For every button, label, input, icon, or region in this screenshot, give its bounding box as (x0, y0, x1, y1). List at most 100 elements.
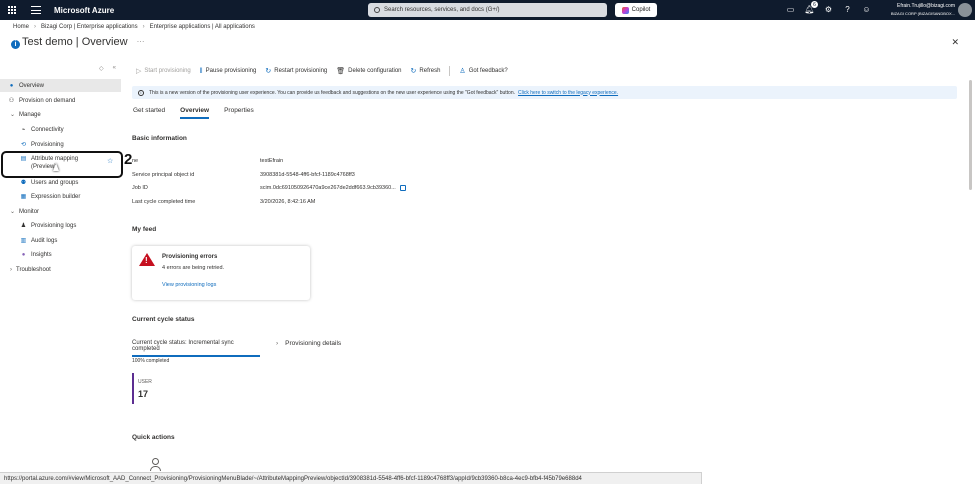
copilot-button[interactable]: Copilot (615, 3, 657, 17)
button-label: Got feedback? (468, 68, 508, 74)
app-launcher-icon[interactable] (8, 6, 16, 14)
collapse-sidebar-icon[interactable]: « (113, 65, 116, 72)
sidebar-item-audit-logs[interactable]: ▥ Audit logs (0, 234, 121, 247)
info-value: 3908381d-5548-4ff6-bfcf-1189c4768ff3 (260, 172, 355, 178)
info-key: Service principal object id (132, 172, 195, 178)
provisioning-details-label: Provisioning details (285, 340, 342, 347)
sidebar-item-expression-builder[interactable]: ▦ Expression builder (0, 190, 121, 203)
sidebar-group-label: Monitor (19, 208, 40, 215)
tab-get-started[interactable]: Get started (133, 107, 165, 119)
breadcrumb-all-apps[interactable]: Enterprise applications | All applicatio… (150, 24, 255, 30)
breadcrumb-home[interactable]: Home (13, 24, 29, 30)
search-placeholder: Search resources, services, and docs (G+… (384, 7, 500, 13)
avatar[interactable] (958, 3, 972, 17)
close-icon[interactable]: ✕ (951, 37, 959, 48)
toolbar-divider (449, 66, 451, 76)
refresh-button[interactable]: ↻ Refresh (411, 67, 441, 75)
feedback-icon[interactable]: ☺ (860, 3, 873, 16)
chevron-down-icon: ⌄ (10, 112, 16, 118)
refresh-icon: ↻ (410, 68, 417, 75)
copy-icon[interactable] (399, 185, 406, 191)
account-info[interactable]: Efrain.Trujillo@bizagi.com BIZAGI CORP (… (891, 3, 955, 17)
sidebar-group-troubleshoot[interactable]: › Troubleshoot (0, 263, 121, 276)
sidebar-item-overview[interactable]: ● Overview (0, 79, 121, 92)
sidebar-item-label: Overview (19, 82, 45, 89)
account-email: Efrain.Trujillo@bizagi.com (897, 3, 955, 9)
restart-provisioning-button[interactable]: ↻ Restart provisioning (265, 67, 327, 75)
provisioning-details-toggle[interactable]: › Provisioning details (276, 340, 341, 347)
scrollbar[interactable] (969, 80, 972, 190)
sidebar-item-label: Audit logs (31, 237, 58, 244)
search-icon (374, 7, 380, 13)
cloud-shell-icon[interactable]: ▭ (784, 3, 797, 16)
sidebar-item-label: Expression builder (31, 193, 81, 200)
chevron-down-icon: ⌄ (10, 209, 16, 215)
notification-badge: 6 (811, 1, 818, 8)
tab-properties[interactable]: Properties (224, 107, 254, 119)
provisioning-errors-card: Provisioning errors 4 errors are being r… (132, 246, 310, 300)
trash-icon: 🗑︎ (336, 68, 346, 75)
pause-icon: ‖ (199, 67, 203, 75)
start-provisioning-button[interactable]: ▷ Start provisioning (136, 67, 191, 75)
person-log-icon: ♟ (20, 223, 27, 229)
feedback-button[interactable]: ♙ Got feedback? (459, 67, 507, 75)
sidebar-item-provisioning-logs[interactable]: ♟ Provisioning logs (0, 219, 121, 232)
hamburger-menu-icon[interactable] (31, 6, 41, 14)
more-options-icon[interactable]: ··· (137, 37, 145, 46)
info-icon: ● (9, 82, 14, 89)
sidebar-item-label: Provisioning (31, 141, 64, 148)
tab-overview[interactable]: Overview (180, 107, 210, 119)
info-value: scim.0dc691050926470a9ce267de2ddf663.9cb… (260, 185, 396, 191)
legacy-experience-link[interactable]: Click here to switch to the legacy exper… (518, 90, 618, 96)
sidebar-item-provisioning[interactable]: ⟲ Provisioning (0, 138, 121, 151)
connectivity-icon: ⌁ (21, 127, 26, 133)
sidebar-item-insights[interactable]: ● Insights (0, 248, 121, 261)
pause-provisioning-button[interactable]: ‖ Pause provisioning (200, 68, 257, 75)
breadcrumb: Home › Bizagi Corp | Enterprise applicat… (13, 24, 255, 30)
sidebar-item-label: Provision on demand (19, 97, 76, 104)
info-key: Last cycle completed time (132, 199, 196, 205)
search-input[interactable]: Search resources, services, and docs (G+… (368, 3, 607, 17)
current-cycle-heading: Current cycle status (132, 316, 195, 323)
user-icon[interactable] (150, 458, 161, 472)
expand-icon[interactable]: ◇ (99, 65, 104, 72)
top-bar: Microsoft Azure Search resources, servic… (0, 0, 975, 20)
button-label: Pause provisioning (205, 68, 257, 74)
info-key: ne (132, 158, 139, 164)
provisioning-icon: ⟲ (20, 142, 27, 148)
help-icon[interactable]: ? (841, 3, 854, 16)
page-header: i Test demo | Overview ··· (11, 34, 145, 49)
button-label: Delete configuration (348, 68, 402, 74)
button-label: Restart provisioning (274, 68, 328, 74)
brand-title[interactable]: Microsoft Azure (54, 6, 114, 15)
users-icon: ⚉ (20, 180, 27, 186)
play-icon: ▷ (136, 68, 142, 75)
sidebar-group-monitor[interactable]: ⌄ Monitor (0, 205, 121, 218)
sidebar-group-manage[interactable]: ⌄ Manage (0, 108, 121, 121)
view-provisioning-logs-link[interactable]: View provisioning logs (162, 282, 216, 288)
settings-gear-icon[interactable]: ⚙ (822, 3, 835, 16)
stat-value: 17 (138, 389, 149, 399)
feedback-person-icon: ♙ (459, 68, 466, 75)
info-row: Service principal object id 3908381d-554… (132, 172, 462, 178)
sidebar-item-connectivity[interactable]: ⌁ Connectivity (0, 123, 121, 136)
notifications-icon[interactable]: 🔔︎ 6 (803, 1, 818, 16)
mouse-cursor-icon (53, 163, 59, 171)
info-row: ne testEfrain (132, 158, 462, 164)
completion-percent: 100% completed (132, 358, 170, 364)
sidebar-item-label: Connectivity (31, 126, 64, 133)
info-row: Job ID scim.0dc691050926470a9ce267de2ddf… (132, 185, 462, 191)
restart-icon: ↻ (265, 68, 272, 75)
page-title: Test demo | Overview (22, 35, 128, 48)
sidebar-item-label: Provisioning logs (31, 222, 77, 229)
user-stat: USER 17 (132, 373, 152, 404)
delete-configuration-button[interactable]: 🗑︎ Delete configuration (336, 67, 401, 75)
info-row: Last cycle completed time 3/20/2026, 8:4… (132, 199, 462, 205)
breadcrumb-enterprise-apps[interactable]: Bizagi Corp | Enterprise applications (41, 24, 138, 30)
browser-status-url: https://portal.azure.com/#view/Microsoft… (0, 472, 702, 484)
sidebar-item-provision-on-demand[interactable]: ⚇ Provision on demand (0, 94, 121, 107)
command-bar: ▷ Start provisioning ‖ Pause provisioning … (136, 66, 517, 76)
stat-label: USER (138, 379, 152, 385)
quick-actions-heading: Quick actions (132, 434, 175, 441)
highlight-annotation-box (1, 151, 123, 178)
